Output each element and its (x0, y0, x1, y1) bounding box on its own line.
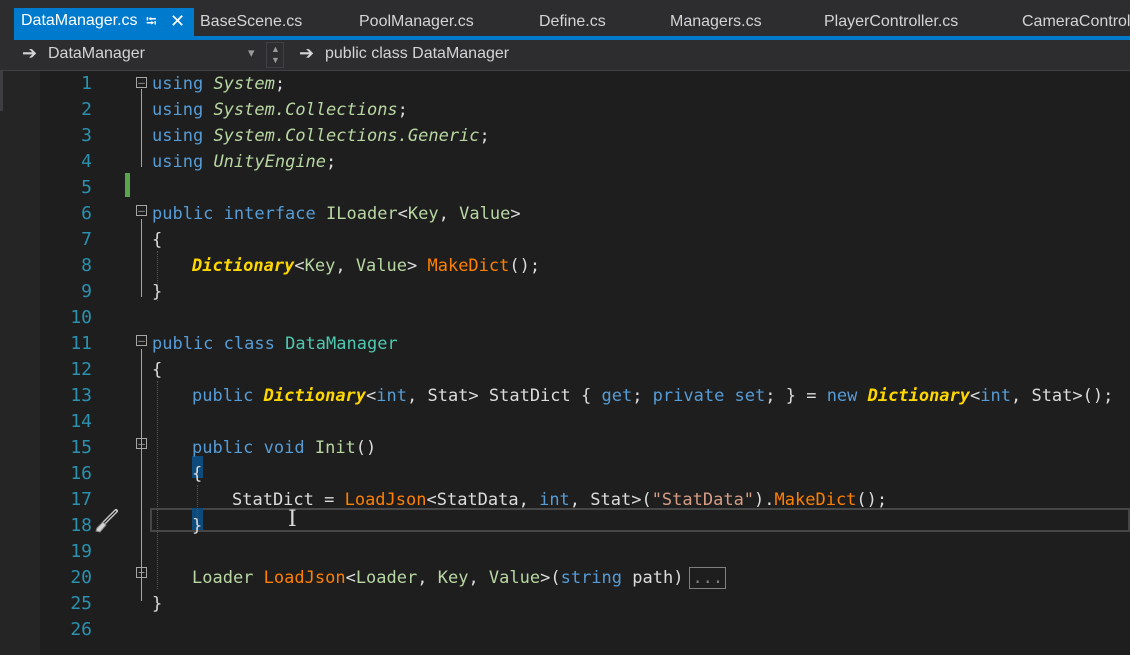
line-number: 26 (70, 619, 92, 640)
line-number: 10 (70, 307, 92, 328)
line-number: 16 (70, 463, 92, 484)
code-text: } (152, 282, 163, 302)
line-number: 11 (70, 333, 92, 354)
collapsed-region-button[interactable]: ... (689, 567, 727, 589)
line-number: 9 (81, 281, 92, 302)
line-number: 3 (81, 125, 92, 146)
code-text: using System; (152, 74, 286, 94)
code-line: 7 { (40, 227, 1130, 253)
code-text: public interface ILoader<Key, Value> (152, 204, 521, 224)
line-number: 13 (70, 385, 92, 406)
tab-label: DataManager.cs (21, 12, 138, 29)
line-number: 12 (70, 359, 92, 380)
code-line: 15 public void Init() (40, 435, 1130, 461)
tab-basescene[interactable]: BaseScene.cs (200, 9, 302, 35)
line-number: 25 (70, 593, 92, 614)
line-number: 7 (81, 229, 92, 250)
code-line: 13 public Dictionary<int, Stat> StatDict… (40, 383, 1130, 409)
line-number: 14 (70, 411, 92, 432)
tab-poolmanager[interactable]: PoolManager.cs (359, 9, 474, 35)
code-text: Loader LoadJson<Loader, Key, Value>(stri… (192, 565, 727, 591)
code-line: 6 public interface ILoader<Key, Value> (40, 201, 1130, 227)
line-number: 4 (81, 151, 92, 172)
code-text: using UnityEngine; (152, 152, 337, 172)
line-number: 1 (81, 73, 92, 94)
code-text: { (152, 230, 163, 250)
line-number: 8 (81, 255, 92, 276)
code-line: 4 using UnityEngine; (40, 149, 1130, 175)
document-tab-bar: DataManager.cs ⭾ ✕ BaseScene.cs PoolMana… (0, 0, 1130, 40)
code-line: 11 public class DataManager (40, 331, 1130, 357)
type-dropdown[interactable]: DataManager (48, 45, 145, 63)
code-text: using System.Collections.Generic; (152, 126, 490, 146)
code-text: Dictionary<Key, Value> MakeDict(); (192, 256, 541, 276)
code-line: 5 (40, 175, 1130, 201)
member-dropdown[interactable]: public class DataManager (325, 45, 509, 63)
code-text: public class DataManager (152, 334, 398, 354)
split-window-button[interactable]: ▲ ▼ (266, 42, 284, 68)
toolbox-tab[interactable] (0, 71, 3, 111)
code-text: public Dictionary<int, Stat> StatDict { … (192, 386, 1114, 406)
code-line: 16 { (40, 461, 1130, 487)
line-number: 5 (81, 177, 92, 198)
arrow-right-icon: ➔ (299, 43, 315, 63)
line-number: 15 (70, 437, 92, 458)
code-line: 17 StatDict = LoadJson<StatData, int, St… (40, 487, 1130, 513)
code-line: 14 (40, 409, 1130, 435)
code-line: 20 Loader LoadJson<Loader, Key, Value>(s… (40, 565, 1130, 591)
tab-define[interactable]: Define.cs (539, 9, 606, 35)
tab-managers[interactable]: Managers.cs (670, 9, 762, 35)
code-line: 10 (40, 305, 1130, 331)
line-number: 2 (81, 99, 92, 120)
line-number: 6 (81, 203, 92, 224)
code-text: using System.Collections; (152, 100, 408, 120)
tab-playercontroller[interactable]: PlayerController.cs (824, 9, 958, 35)
code-line: 1 using System; (40, 71, 1130, 97)
code-text: StatDict = LoadJson<StatData, int, Stat>… (232, 490, 888, 510)
code-line: 18 } (40, 513, 1130, 539)
code-line: 3 using System.Collections.Generic; (40, 123, 1130, 149)
tab-datamanager[interactable]: DataManager.cs ⭾ ✕ (14, 8, 194, 36)
pin-icon[interactable]: ⭾ (146, 8, 157, 34)
code-line: 2 using System.Collections; (40, 97, 1130, 123)
line-number: 18 (70, 515, 92, 536)
arrow-right-icon: ➔ (22, 43, 38, 63)
line-number: 19 (70, 541, 92, 562)
navigation-bar: ➔ DataManager ▾ ▲ ▼ ➔ public class DataMa… (0, 40, 1130, 71)
code-text: { (192, 464, 203, 484)
code-line: 19 (40, 539, 1130, 565)
code-line: 12 { (40, 357, 1130, 383)
code-text: } (192, 516, 203, 536)
code-line: 25 } (40, 591, 1130, 617)
code-text: } (152, 594, 163, 614)
chevron-down-icon[interactable]: ▾ (248, 45, 255, 61)
text-cursor-icon: I (288, 507, 297, 532)
code-editor[interactable]: – – – – + 1 using System; 2 using System… (40, 71, 1130, 655)
code-line: 26 (40, 617, 1130, 643)
code-line: 9 } (40, 279, 1130, 305)
code-text: { (152, 360, 163, 380)
close-icon[interactable]: ✕ (170, 8, 185, 34)
quick-actions-brush-icon[interactable] (92, 507, 120, 535)
tab-cameracontrol[interactable]: CameraControl (1022, 9, 1130, 35)
toolbox-strip (0, 71, 40, 655)
code-line: 8 Dictionary<Key, Value> MakeDict(); (40, 253, 1130, 279)
code-text: public void Init() (192, 438, 377, 458)
line-number: 17 (70, 489, 92, 510)
line-number: 20 (70, 567, 92, 588)
